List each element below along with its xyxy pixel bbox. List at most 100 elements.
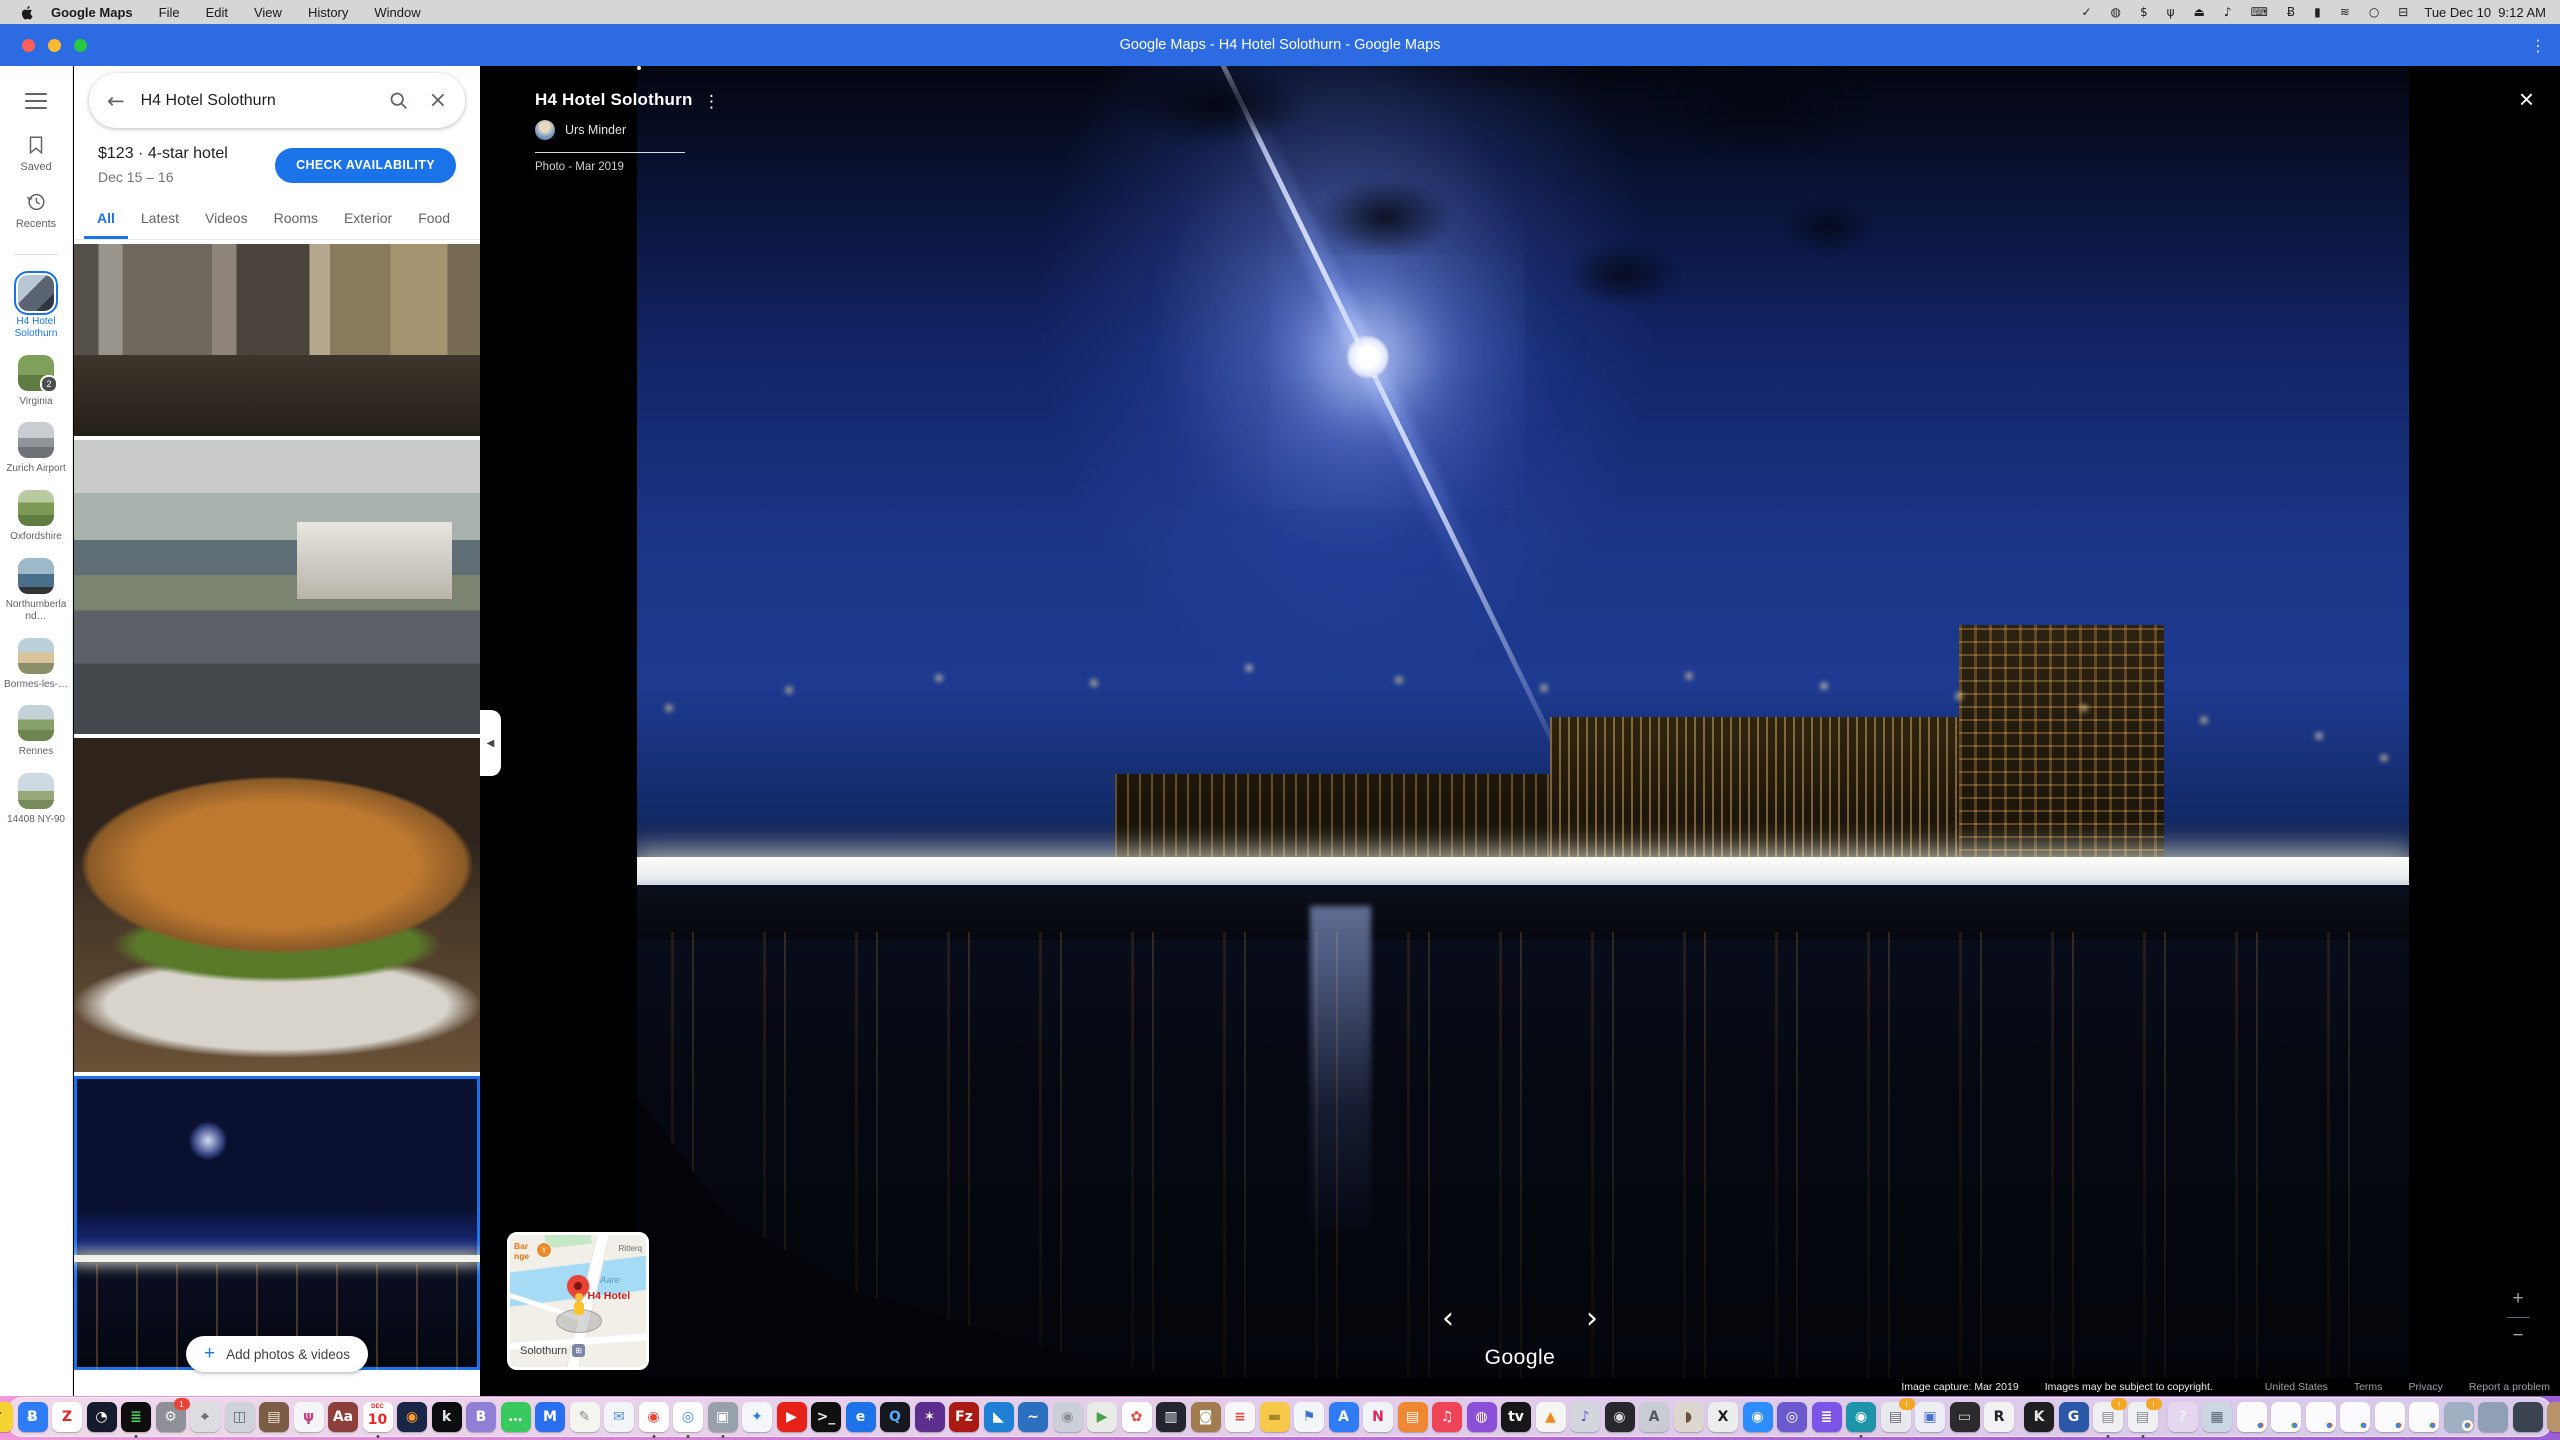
voice-memos[interactable]: ≣ xyxy=(1812,1402,1842,1432)
messages[interactable]: … xyxy=(501,1402,531,1432)
footer-link[interactable]: Terms xyxy=(2354,1381,2383,1393)
ostia[interactable]: ✶ xyxy=(915,1402,945,1432)
app-store[interactable]: A xyxy=(1329,1402,1359,1432)
vlc[interactable]: ▲ xyxy=(1536,1402,1566,1432)
chrome[interactable]: ◎ xyxy=(673,1402,703,1432)
media-app-icon[interactable]: ◍ xyxy=(2111,5,2121,19)
podcasts[interactable]: ◍ xyxy=(1467,1402,1497,1432)
chrome-doc-5[interactable] xyxy=(2375,1402,2405,1432)
mini-map[interactable]: Barnge Y Ritterq Aare H4 Hotel Solothurn… xyxy=(507,1232,649,1370)
system-settings[interactable]: ⚙ 1 xyxy=(156,1402,186,1432)
speedtest[interactable]: ◔ xyxy=(87,1402,117,1432)
control-center-icon[interactable]: ⊟ xyxy=(2398,5,2408,19)
maxthon[interactable]: ◣ xyxy=(984,1402,1014,1432)
rail-place-item[interactable]: Rennes xyxy=(1,705,71,758)
rail-place-item[interactable]: 2 Virginia xyxy=(1,355,71,408)
calendar[interactable]: DEC 10 xyxy=(363,1402,393,1432)
kindle[interactable]: k xyxy=(432,1402,462,1432)
window-more-icon[interactable]: ⋮ xyxy=(2530,36,2546,55)
usb-icon[interactable]: ψ xyxy=(2167,5,2175,19)
spotlight-icon[interactable]: ○ xyxy=(2369,5,2379,19)
photo-thumbnail[interactable] xyxy=(74,738,480,1072)
chrome-doc-3[interactable] xyxy=(2306,1402,2336,1432)
add-photos-button[interactable]: + Add photos & videos xyxy=(186,1336,368,1372)
clear-search-icon[interactable]: × xyxy=(429,88,447,113)
photo-tab[interactable]: Latest xyxy=(128,198,192,239)
screen-time-icon[interactable]: ✓ xyxy=(2081,5,2091,19)
collapse-panel-handle[interactable]: ◀ xyxy=(480,710,501,776)
mail[interactable]: ✉ xyxy=(604,1402,634,1432)
input-source-icon[interactable]: ⌨ xyxy=(2251,5,2268,19)
photo-thumbnail[interactable] xyxy=(74,244,480,436)
r-app[interactable]: R xyxy=(1984,1402,2014,1432)
rail-place-item[interactable]: H4 Hotel Solothurn xyxy=(1,275,71,340)
disk-utility[interactable]: ◫ xyxy=(225,1402,255,1432)
google-maps[interactable]: ◉ xyxy=(639,1402,669,1432)
window-thumb-4[interactable] xyxy=(2547,1402,2560,1432)
battery-icon[interactable]: ▮ xyxy=(2314,5,2321,19)
messenger[interactable]: M xyxy=(535,1402,565,1432)
apple-tv[interactable]: tv xyxy=(1501,1402,1531,1432)
safari[interactable]: ✦ xyxy=(742,1402,772,1432)
menubar-app-name[interactable]: Google Maps xyxy=(51,5,133,20)
divider-1[interactable] xyxy=(2019,1401,2020,1433)
openoffice[interactable]: ~ xyxy=(1018,1402,1048,1432)
eject-icon[interactable]: ⏏ xyxy=(2194,5,2205,19)
photo-tab[interactable]: Videos xyxy=(192,198,261,239)
sheet-music[interactable]: ♪ xyxy=(1570,1402,1600,1432)
printer-utility[interactable]: ▤ ! xyxy=(1881,1402,1911,1432)
zoom-in-button[interactable]: + xyxy=(2512,1288,2523,1310)
previous-photo-arrow[interactable]: ‹ xyxy=(1442,1304,1454,1334)
window-thumb-2[interactable] xyxy=(2478,1402,2508,1432)
zoom[interactable]: ◉ xyxy=(1743,1402,1773,1432)
bluetooth-icon[interactable]: Ƀ xyxy=(2287,5,2295,19)
audio-levels[interactable]: ≣ xyxy=(121,1402,151,1432)
music[interactable]: ♫ xyxy=(1432,1402,1462,1432)
diagnostics[interactable]: ⌖ xyxy=(190,1402,220,1432)
window-thumb-1[interactable] xyxy=(2444,1402,2474,1432)
sidebar-item-recents[interactable]: Recents xyxy=(16,191,56,230)
chrome-doc-1[interactable] xyxy=(2237,1402,2267,1432)
printer-a[interactable]: ▤ ! xyxy=(2093,1402,2123,1432)
zoom-out-button[interactable]: − xyxy=(2512,1325,2523,1347)
photo-tab[interactable]: Exterior xyxy=(331,198,405,239)
zite[interactable]: Z xyxy=(52,1402,82,1432)
terminal[interactable]: >_ xyxy=(811,1402,841,1432)
divider-2[interactable] xyxy=(2162,1401,2163,1433)
chrome-doc-2[interactable] xyxy=(2271,1402,2301,1432)
gimp[interactable]: ◗ xyxy=(1674,1402,1704,1432)
font-book[interactable]: A xyxy=(1639,1402,1669,1432)
rail-place-item[interactable]: Northumberland… xyxy=(1,558,71,623)
photo-tab[interactable]: Food xyxy=(405,198,463,239)
transit-maps[interactable]: ⚑ xyxy=(1294,1402,1324,1432)
photo-thumbnail[interactable] xyxy=(74,1076,480,1370)
wifi-icon[interactable]: ≋ xyxy=(2340,5,2350,19)
youtube[interactable]: ▶ xyxy=(777,1402,807,1432)
piano[interactable]: ▥ xyxy=(1156,1402,1186,1432)
print-center[interactable]: ▣ xyxy=(1915,1402,1945,1432)
footer-link[interactable]: Report a problem xyxy=(2469,1381,2550,1393)
webcam-app[interactable]: ◉ xyxy=(1846,1402,1876,1432)
rail-place-item[interactable]: Zurich Airport xyxy=(1,422,71,475)
archive-utility[interactable]: ▤ xyxy=(259,1402,289,1432)
books[interactable]: ▤ xyxy=(1398,1402,1428,1432)
printer-b[interactable]: ▤ ! xyxy=(2128,1402,2158,1432)
apple-menu-icon[interactable] xyxy=(20,5,35,20)
screen-time[interactable]: ✓ xyxy=(0,1402,13,1432)
finance-icon[interactable]: $ xyxy=(2140,5,2148,19)
vinyl-player[interactable]: ◉ xyxy=(1605,1402,1635,1432)
dictionary[interactable]: Aa xyxy=(328,1402,358,1432)
rail-place-item[interactable]: Oxfordshire xyxy=(1,490,71,543)
usb-overdrive[interactable]: ψ xyxy=(294,1402,324,1432)
chrome-doc-6[interactable] xyxy=(2409,1402,2439,1432)
check-availability-button[interactable]: CHECK AVAILABILITY xyxy=(275,148,456,183)
photo-tab[interactable]: All xyxy=(84,198,128,239)
stickies[interactable]: ▬ xyxy=(1260,1402,1290,1432)
news[interactable]: N xyxy=(1363,1402,1393,1432)
disc-burner[interactable]: ◉ xyxy=(1053,1402,1083,1432)
bbedit[interactable]: B xyxy=(466,1402,496,1432)
menubar-menu-item[interactable]: View xyxy=(254,5,282,20)
photo-tab[interactable]: Rooms xyxy=(261,198,331,239)
photos[interactable]: ✿ xyxy=(1122,1402,1152,1432)
viewer-author-row[interactable]: Urs Minder xyxy=(535,120,693,140)
